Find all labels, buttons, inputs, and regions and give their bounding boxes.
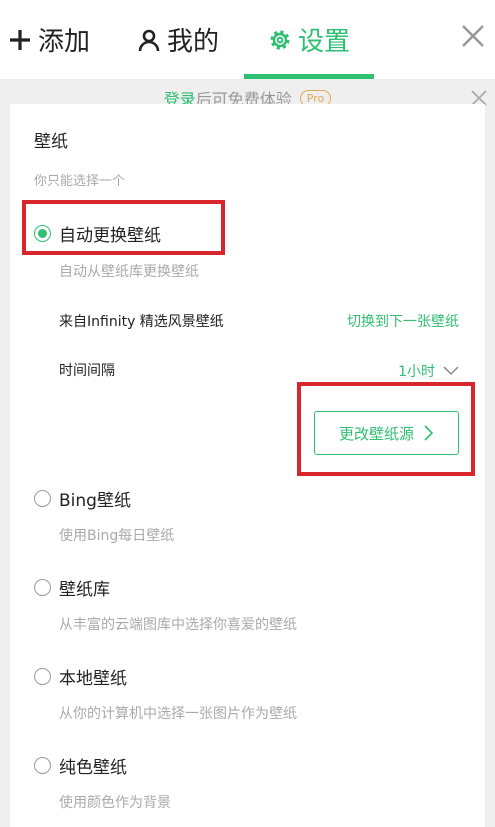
interval-select[interactable]: 1小时	[398, 361, 459, 381]
tab-settings-label: 设置	[298, 27, 351, 57]
option-local-wallpaper[interactable]: 本地壁纸	[34, 664, 127, 689]
interval-label: 时间间隔	[59, 363, 115, 379]
option-desc: 从你的计算机中选择一张图片作为壁纸	[59, 706, 297, 722]
option-solid-wallpaper[interactable]: 纯色壁纸	[34, 753, 127, 778]
option-label: 壁纸库	[59, 580, 110, 600]
tab-add[interactable]: 添加	[8, 0, 90, 79]
option-desc: 自动从壁纸库更换壁纸	[59, 264, 199, 280]
radio-local-wallpaper[interactable]	[34, 668, 51, 685]
option-desc: 从丰富的云端图库中选择你喜爱的壁纸	[59, 617, 297, 633]
plus-icon	[8, 28, 32, 52]
wallpaper-source-label: 来自Infinity 精选风景壁纸	[59, 314, 224, 330]
chevron-right-icon	[424, 425, 434, 441]
option-label: 纯色壁纸	[59, 758, 127, 778]
section-title: 壁纸	[34, 132, 68, 152]
close-icon[interactable]	[455, 18, 491, 54]
radio-bing-wallpaper[interactable]	[34, 490, 51, 507]
section-subtitle: 你只能选择一个	[34, 174, 126, 189]
change-source-button[interactable]: 更改壁纸源	[314, 411, 459, 455]
option-desc: 使用颜色作为背景	[59, 795, 171, 811]
option-label: 本地壁纸	[59, 669, 127, 689]
radio-solid-wallpaper[interactable]	[34, 757, 51, 774]
radio-auto-wallpaper[interactable]	[34, 225, 51, 242]
option-desc: 使用Bing每日壁纸	[59, 528, 175, 544]
tab-add-label: 添加	[38, 27, 91, 57]
option-label: Bing壁纸	[59, 491, 131, 511]
next-wallpaper-link[interactable]: 切换到下一张壁纸	[347, 311, 459, 331]
tab-mine[interactable]: 我的	[137, 0, 219, 79]
tab-mine-label: 我的	[167, 27, 220, 57]
radio-library-wallpaper[interactable]	[34, 579, 51, 596]
chevron-down-icon	[443, 366, 459, 376]
option-bing-wallpaper[interactable]: Bing壁纸	[34, 486, 131, 511]
option-library-wallpaper[interactable]: 壁纸库	[34, 575, 110, 600]
top-tab-bar: 添加 我的 设置	[0, 0, 495, 79]
gear-icon	[268, 28, 292, 52]
change-source-label: 更改壁纸源	[338, 424, 414, 443]
option-auto-wallpaper[interactable]: 自动更换壁纸	[34, 221, 161, 246]
option-label: 自动更换壁纸	[59, 226, 161, 246]
tab-settings[interactable]: 设置	[268, 0, 350, 79]
interval-value: 1小时	[398, 364, 435, 380]
user-icon	[137, 28, 161, 52]
